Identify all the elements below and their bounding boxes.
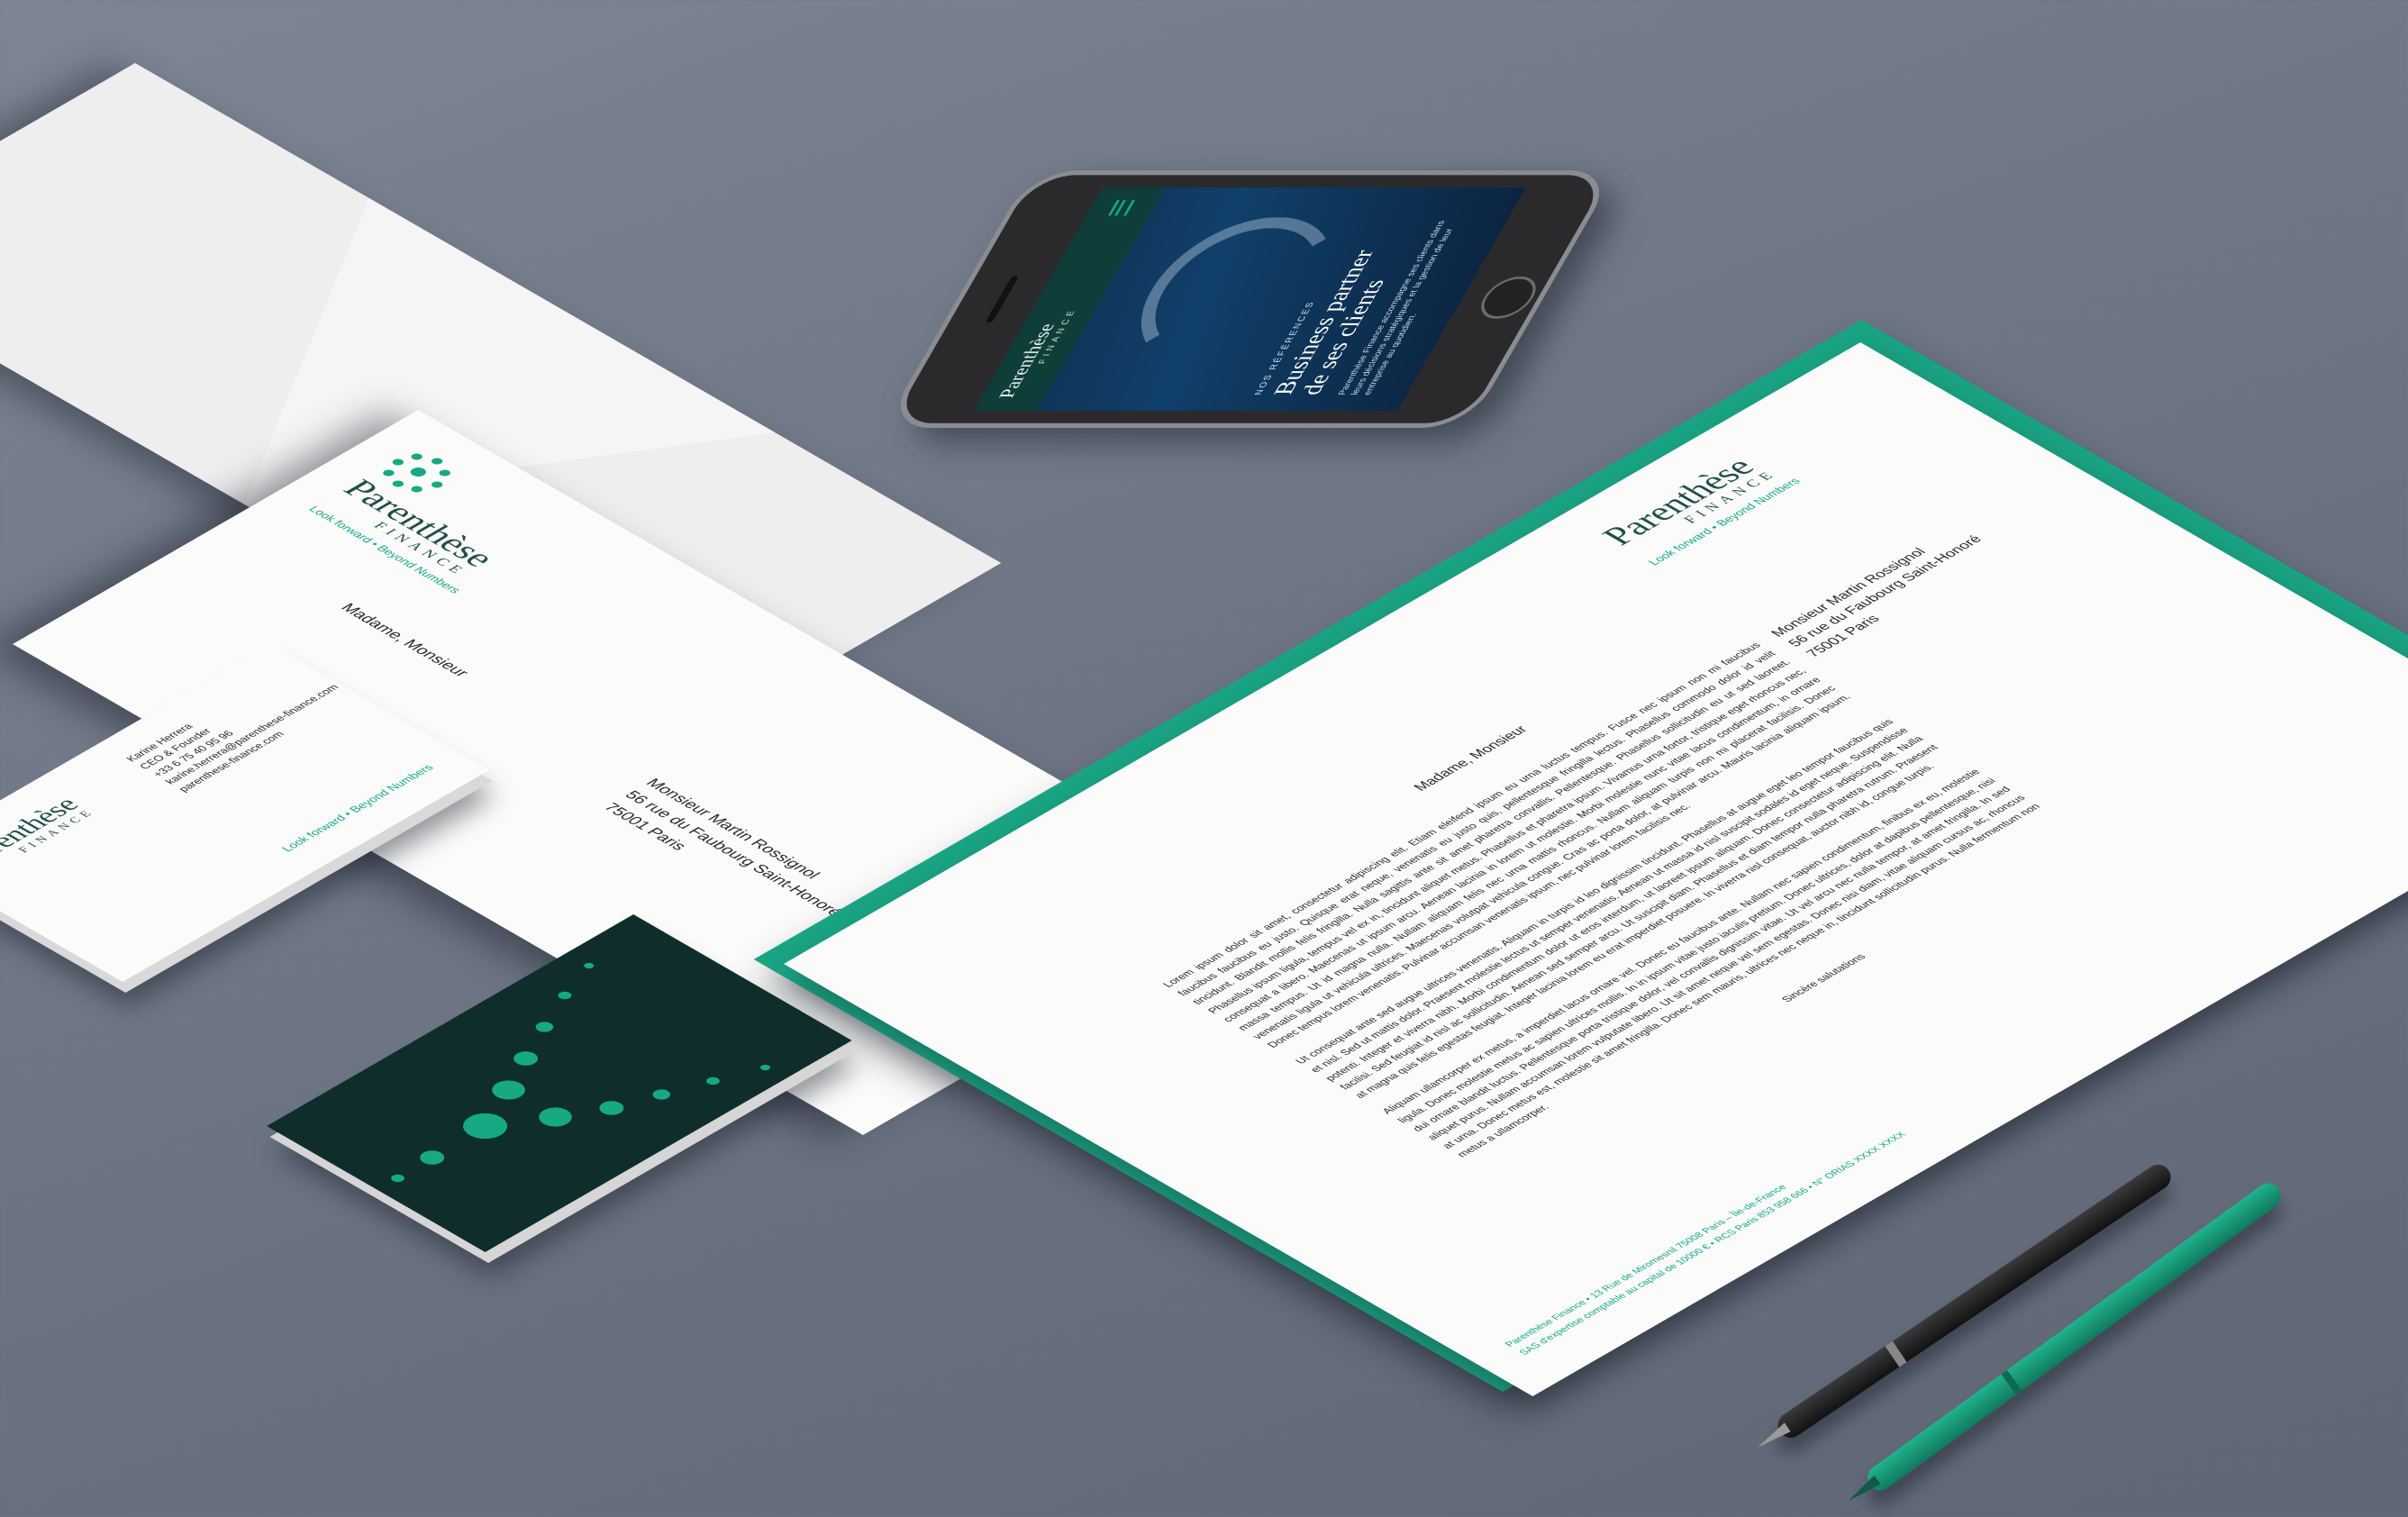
stationery-mockup-scene: Parenthèse FINANCE Look forward • Beyond… [0, 0, 2408, 1517]
letter-body: Lorem ipsum dolor sit amet, consectetur … [1159, 640, 2088, 1176]
envelope-recipient-street: 56 rue du Faubourg Saint-Honoré [621, 788, 847, 919]
smartphone: Parenthèse FINANCE NOS RÉFÉRENCES Busine… [882, 170, 1617, 428]
letter-recipient-street: 56 rue du Faubourg Saint-Honoré [1786, 533, 1986, 649]
card-logo: Parenthèse FINANCE [0, 792, 98, 877]
letter-footer: Parenthèse Finance • 13 Rue de Miromesni… [1502, 1122, 1912, 1358]
envelope-salutation: Madame, Monsieur [337, 601, 474, 680]
envelope-address: Monsieur Martin Rossignol 56 rue du Faub… [597, 775, 870, 932]
letter-footer-line-1: Parenthèse Finance • 13 Rue de Miromesni… [1503, 1183, 1790, 1349]
letter-footer-line-2: SAS d'expertise comptable au capital de … [1516, 1130, 1909, 1357]
letter-address: Monsieur Martin Rossignol 56 rue du Faub… [1767, 522, 2005, 660]
